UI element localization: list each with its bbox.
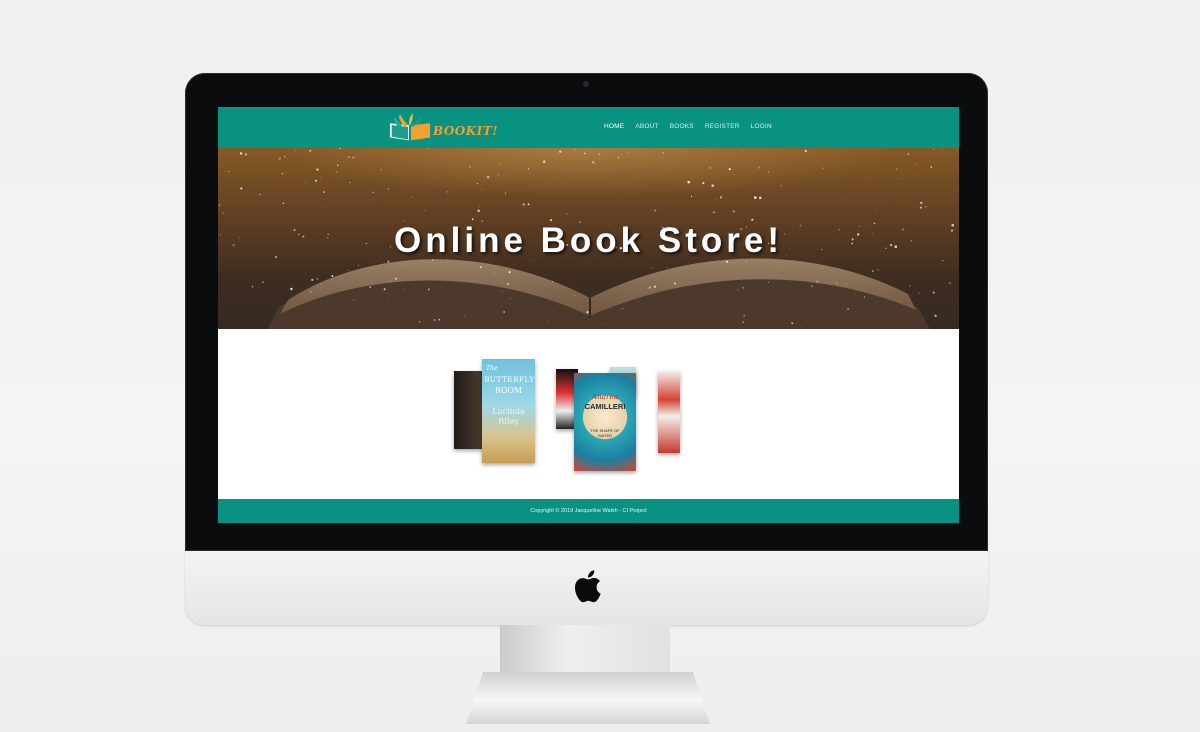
- book-title-line3: ROOM: [494, 386, 523, 395]
- book-cover-back-right[interactable]: [658, 371, 680, 453]
- nav-about[interactable]: ABOUT: [635, 123, 658, 130]
- book-title-line2: BUTTERFLY: [484, 375, 535, 384]
- book-author-last: CAMILLERI: [584, 402, 626, 411]
- nav-books[interactable]: BOOKS: [670, 123, 694, 130]
- stand-neck: [500, 625, 670, 675]
- nav-login[interactable]: LOGIN: [751, 123, 772, 130]
- site-logo[interactable]: BOOKIT!: [388, 113, 498, 143]
- brand-name: BOOKIT!: [432, 124, 498, 138]
- apple-icon: [574, 570, 601, 603]
- stand-base: [466, 672, 710, 724]
- book-cover-back-left[interactable]: [454, 371, 484, 449]
- navbar: BOOKIT! HOME ABOUT BOOKS REGISTER LOGIN: [218, 107, 959, 148]
- book-author: Lucinda Riley: [492, 407, 525, 426]
- nav-menu: HOME ABOUT BOOKS REGISTER LOGIN: [604, 123, 783, 130]
- book-logo-icon: [389, 113, 431, 141]
- book-showcase: The BUTTERFLY ROOM Lucinda Riley Andrea …: [218, 329, 959, 499]
- book-cover-butterfly-room[interactable]: The BUTTERFLY ROOM Lucinda Riley: [482, 359, 535, 463]
- hero-banner: Online Book Store!: [218, 148, 959, 329]
- nav-register[interactable]: REGISTER: [705, 123, 740, 130]
- hero-title: Online Book Store!: [394, 221, 783, 260]
- book-author-first: Andrea: [592, 393, 618, 401]
- monitor-chin: [185, 551, 988, 625]
- screen: BOOKIT! HOME ABOUT BOOKS REGISTER LOGIN: [218, 107, 959, 523]
- footer: Copyright © 2019 Jacqueline Walsh - CI P…: [218, 499, 959, 523]
- nav-home[interactable]: HOME: [604, 123, 624, 130]
- book-cover-camilleri[interactable]: Andrea CAMILLERI THE SHAPE OF WATER: [574, 373, 636, 471]
- camera-icon: [583, 81, 589, 87]
- book-title: THE SHAPE OF WATER: [590, 428, 620, 438]
- book-title-line1: The: [486, 365, 498, 372]
- footer-copyright: Copyright © 2019 Jacqueline Walsh - CI P…: [530, 508, 647, 514]
